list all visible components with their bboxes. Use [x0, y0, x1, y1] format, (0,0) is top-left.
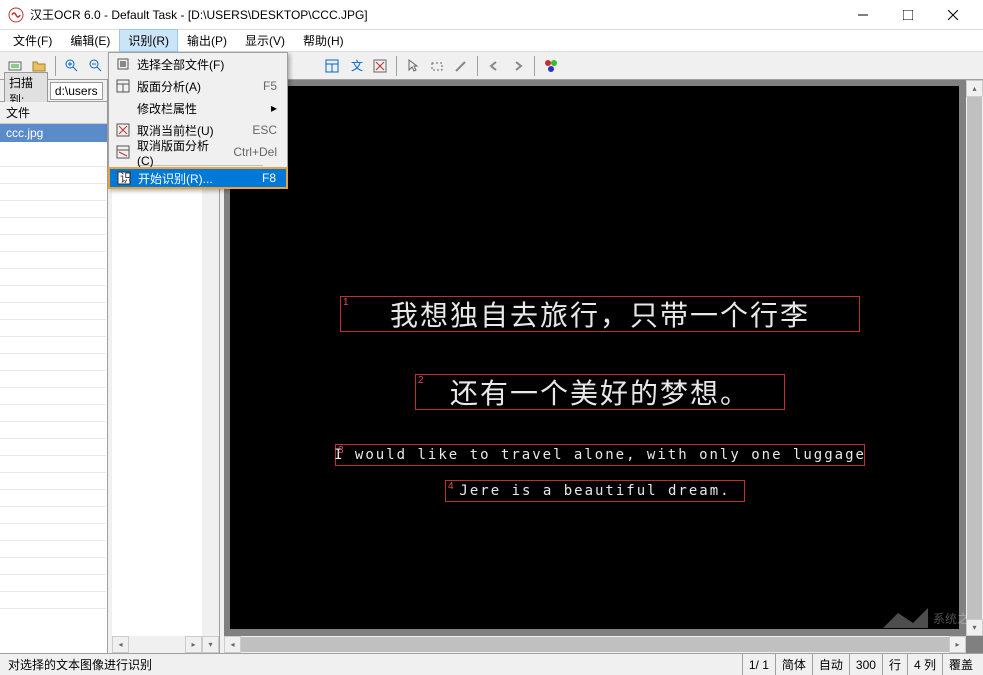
dropdown-shortcut: F5 [263, 79, 283, 93]
ocr-region-2[interactable]: 2 还有一个美好的梦想。 [415, 374, 785, 410]
scroll-thumb[interactable] [967, 97, 982, 619]
image-text: I would like to travel alone, with only … [336, 445, 864, 465]
preview-scroll-h[interactable]: ◂ ▸ [112, 636, 202, 653]
dropdown-start-recognize[interactable]: 识 开始识别(R)... F8 [108, 167, 288, 189]
toolbar-separator [534, 56, 535, 76]
recognize-dropdown: 选择全部文件(F) 版面分析(A) F5 修改栏属性 ▸ 取消当前栏(U) ES… [108, 52, 288, 189]
blank-icon [113, 100, 133, 116]
tb-delete-region[interactable] [369, 55, 391, 77]
svg-text:识: 识 [120, 171, 131, 185]
cancel-layout-icon [113, 144, 133, 160]
scroll-thumb[interactable] [241, 637, 949, 652]
image-content[interactable]: 1 我想独自去旅行，只带一个行李 2 还有一个美好的梦想。 3 I would … [230, 86, 959, 629]
toolbar-separator [55, 56, 56, 76]
status-message: 对选择的文本图像进行识别 [4, 656, 742, 673]
toolbar-separator [396, 56, 397, 76]
select-all-icon [113, 56, 133, 72]
dropdown-label: 版面分析(A) [137, 78, 255, 95]
layout-icon [113, 78, 133, 94]
grid-lines [0, 150, 106, 609]
scan-path[interactable]: d:\users [50, 82, 103, 100]
scroll-track[interactable] [129, 636, 185, 653]
image-text: Jere is a beautiful dream. [446, 481, 744, 501]
tb-next[interactable] [507, 55, 529, 77]
menu-output[interactable]: 输出(P) [178, 29, 236, 52]
status-page: 1/ 1 [742, 654, 775, 675]
canvas-area[interactable]: 1 我想独自去旅行，只带一个行李 2 还有一个美好的梦想。 3 I would … [224, 80, 983, 653]
maximize-button[interactable] [885, 0, 930, 29]
menu-help[interactable]: 帮助(H) [294, 29, 353, 52]
image-text: 还有一个美好的梦想。 [416, 375, 784, 409]
ocr-region-1[interactable]: 1 我想独自去旅行，只带一个行李 [340, 296, 860, 332]
scroll-track[interactable] [966, 97, 983, 619]
watermark-icon: 系统之 [873, 593, 973, 643]
ocr-region-4[interactable]: 4 Jere is a beautiful dream. [445, 480, 745, 502]
minimize-button[interactable] [840, 0, 885, 29]
dropdown-shortcut: Ctrl+Del [233, 145, 283, 159]
dropdown-cancel-layout[interactable]: 取消版面分析(C) Ctrl+Del [109, 141, 287, 163]
tb-text-mode[interactable]: 文 [345, 55, 367, 77]
canvas-scroll-h[interactable]: ◂ ▸ [224, 636, 966, 653]
app-icon [8, 7, 24, 23]
tb-pencil[interactable] [450, 55, 472, 77]
cancel-icon [113, 122, 133, 138]
dropdown-select-all[interactable]: 选择全部文件(F) [109, 53, 287, 75]
file-list[interactable]: ccc.jpg [0, 124, 107, 653]
statusbar: 对选择的文本图像进行识别 1/ 1 简体 自动 300 行 4 列 覆盖 [0, 653, 983, 675]
tb-prev[interactable] [483, 55, 505, 77]
dropdown-label: 选择全部文件(F) [137, 56, 283, 73]
svg-text:系统之: 系统之 [933, 612, 969, 626]
dropdown-shortcut: ESC [252, 123, 283, 137]
close-button[interactable] [930, 0, 975, 29]
scroll-track[interactable] [241, 636, 949, 653]
status-row: 行 [882, 654, 907, 675]
scroll-left-icon[interactable]: ◂ [112, 636, 129, 653]
tb-layout[interactable] [321, 55, 343, 77]
menu-edit[interactable]: 编辑(E) [61, 29, 119, 52]
dropdown-label: 开始识别(R)... [138, 170, 254, 187]
menu-file[interactable]: 文件(F) [4, 29, 61, 52]
menu-display[interactable]: 显示(V) [236, 29, 294, 52]
scroll-left-icon[interactable]: ◂ [224, 636, 241, 653]
tb-zoom-in[interactable] [61, 55, 83, 77]
dropdown-label: 修改栏属性 [137, 100, 271, 117]
status-mode: 覆盖 [942, 654, 979, 675]
svg-text:文: 文 [351, 58, 363, 73]
submenu-arrow-icon: ▸ [271, 101, 283, 115]
dropdown-layout-analysis[interactable]: 版面分析(A) F5 [109, 75, 287, 97]
tb-palette[interactable] [540, 55, 562, 77]
toolbar-separator [477, 56, 478, 76]
status-lang: 简体 [775, 654, 812, 675]
titlebar: 汉王OCR 6.0 - Default Task - [D:\USERS\DES… [0, 0, 983, 30]
file-list-header[interactable]: 文件 [0, 102, 107, 124]
menu-recognize[interactable]: 识别(R) [119, 29, 178, 52]
ocr-region-3[interactable]: 3 I would like to travel alone, with onl… [335, 444, 865, 466]
window-title: 汉王OCR 6.0 - Default Task - [D:\USERS\DES… [30, 6, 840, 23]
status-dpi: 300 [849, 654, 882, 675]
recognize-icon: 识 [114, 170, 134, 186]
scan-bar: 扫描到: d:\users [0, 80, 107, 102]
scroll-down-icon[interactable]: ▾ [202, 636, 219, 653]
region-number: 1 [343, 297, 349, 308]
canvas-scroll-v[interactable]: ▴ ▾ [966, 80, 983, 636]
status-col: 4 列 [907, 654, 942, 675]
scroll-right-icon[interactable]: ▸ [185, 636, 202, 653]
tb-pointer[interactable] [402, 55, 424, 77]
dropdown-shortcut: F8 [262, 171, 282, 185]
status-auto: 自动 [812, 654, 849, 675]
tb-draw-region[interactable] [426, 55, 448, 77]
tb-zoom-out[interactable] [85, 55, 107, 77]
region-number: 3 [338, 445, 344, 456]
image-text: 我想独自去旅行，只带一个行李 [341, 297, 859, 331]
file-item[interactable]: ccc.jpg [0, 124, 107, 142]
scroll-up-icon[interactable]: ▴ [966, 80, 983, 97]
window-controls [840, 0, 975, 29]
region-number: 2 [418, 375, 424, 386]
region-number: 4 [448, 481, 454, 492]
dropdown-modify-column[interactable]: 修改栏属性 ▸ [109, 97, 287, 119]
dropdown-label: 取消版面分析(C) [137, 137, 225, 168]
file-sidebar: 扫描到: d:\users 文件 ccc.jpg [0, 80, 108, 653]
menubar: 文件(F) 编辑(E) 识别(R) 输出(P) 显示(V) 帮助(H) [0, 30, 983, 52]
